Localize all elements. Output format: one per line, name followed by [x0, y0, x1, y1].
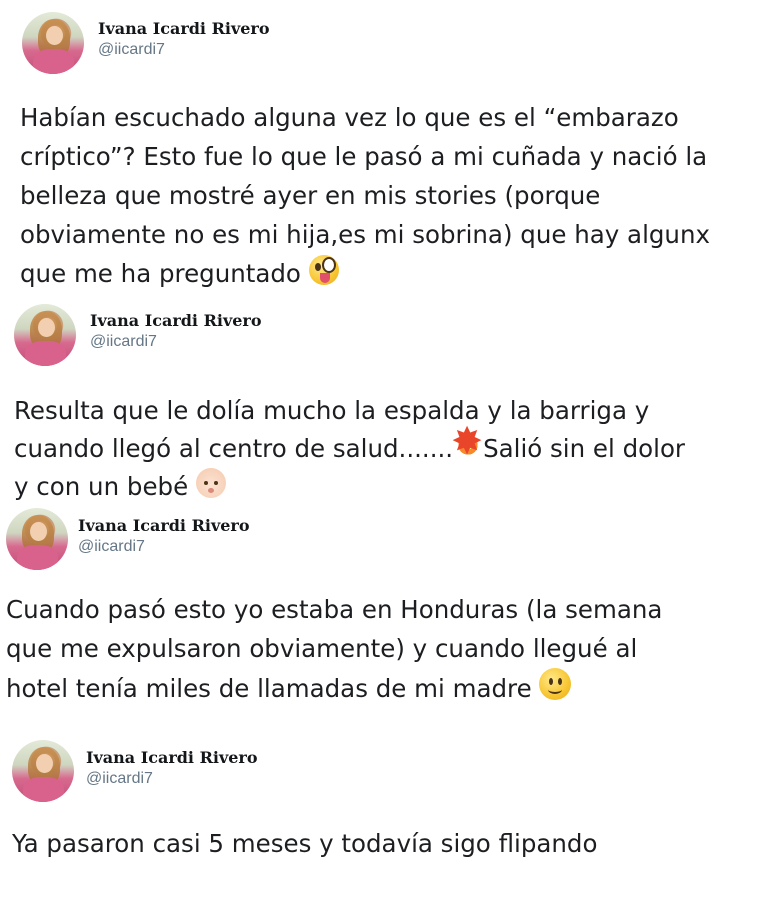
collision-emoji: [451, 422, 484, 460]
tweet-header: Ivana Icardi Rivero @iicardi7: [6, 508, 250, 570]
user-handle[interactable]: @iicardi7: [98, 41, 270, 59]
avatar[interactable]: [14, 304, 76, 366]
tweet-text-line: que me ha preguntado: [20, 259, 301, 288]
tweet-text-line: y con un bebé: [14, 472, 189, 501]
tweet-text: Resulta que le dolía mucho la espalda y …: [14, 392, 685, 506]
tweet-2: Ivana Icardi Rivero @iicardi7 Resulta qu…: [0, 300, 768, 502]
tweet-text-line: críptico”? Esto fue lo que le pasó a mi …: [20, 142, 708, 171]
tweet-header: Ivana Icardi Rivero @iicardi7: [22, 12, 270, 74]
avatar[interactable]: [22, 12, 84, 74]
user-handle[interactable]: @iicardi7: [86, 770, 258, 788]
tweet-text-line: Ya pasaron casi 5 meses y todavía sigo f…: [12, 829, 598, 858]
tweet-text: Ya pasaron casi 5 meses y todavía sigo f…: [12, 824, 597, 863]
user-handle[interactable]: @iicardi7: [78, 538, 250, 556]
tweet-text: Cuando pasó esto yo estaba en Honduras (…: [6, 590, 662, 708]
tweet-header: Ivana Icardi Rivero @iicardi7: [14, 304, 262, 366]
tweet-text-line: Salió sin el dolor: [483, 434, 685, 463]
tweet-text-line: que me expulsaron obviamente) y cuando l…: [6, 634, 638, 663]
tweet-header: Ivana Icardi Rivero @iicardi7: [12, 740, 258, 802]
tweet-text-line: obviamente no es mi hija,es mi sobrina) …: [20, 220, 710, 249]
tweet-text-line: Resulta que le dolía mucho la espalda y …: [14, 396, 650, 425]
tweet-text-line: hotel tenía miles de llamadas de mi madr…: [6, 674, 532, 703]
display-name[interactable]: Ivana Icardi Rivero: [98, 19, 270, 38]
slightly-smiling-face-emoji: [539, 668, 572, 700]
tweet-text-line: Cuando pasó esto yo estaba en Honduras (…: [6, 595, 663, 624]
tweet-text: Habían escuchado alguna vez lo que es el…: [20, 98, 710, 293]
tweet-1: Ivana Icardi Rivero @iicardi7 Habían esc…: [0, 0, 768, 300]
tweet-text-line: cuando llegó al centro de salud.......: [14, 434, 454, 463]
tweet-4: Ivana Icardi Rivero @iicardi7 Ya pasaron…: [0, 722, 768, 902]
user-handle[interactable]: @iicardi7: [90, 333, 262, 351]
display-name[interactable]: Ivana Icardi Rivero: [78, 516, 250, 535]
tweet-text-line: belleza que mostré ayer en mis stories (…: [20, 181, 601, 210]
display-name[interactable]: Ivana Icardi Rivero: [86, 748, 258, 767]
zany-face-emoji: [308, 255, 339, 285]
tweet-3: Ivana Icardi Rivero @iicardi7 Cuando pas…: [0, 502, 768, 722]
avatar[interactable]: [12, 740, 74, 802]
avatar[interactable]: [6, 508, 68, 570]
baby-emoji: [195, 468, 226, 498]
tweet-text-line: Habían escuchado alguna vez lo que es el…: [20, 103, 679, 132]
display-name[interactable]: Ivana Icardi Rivero: [90, 311, 262, 330]
